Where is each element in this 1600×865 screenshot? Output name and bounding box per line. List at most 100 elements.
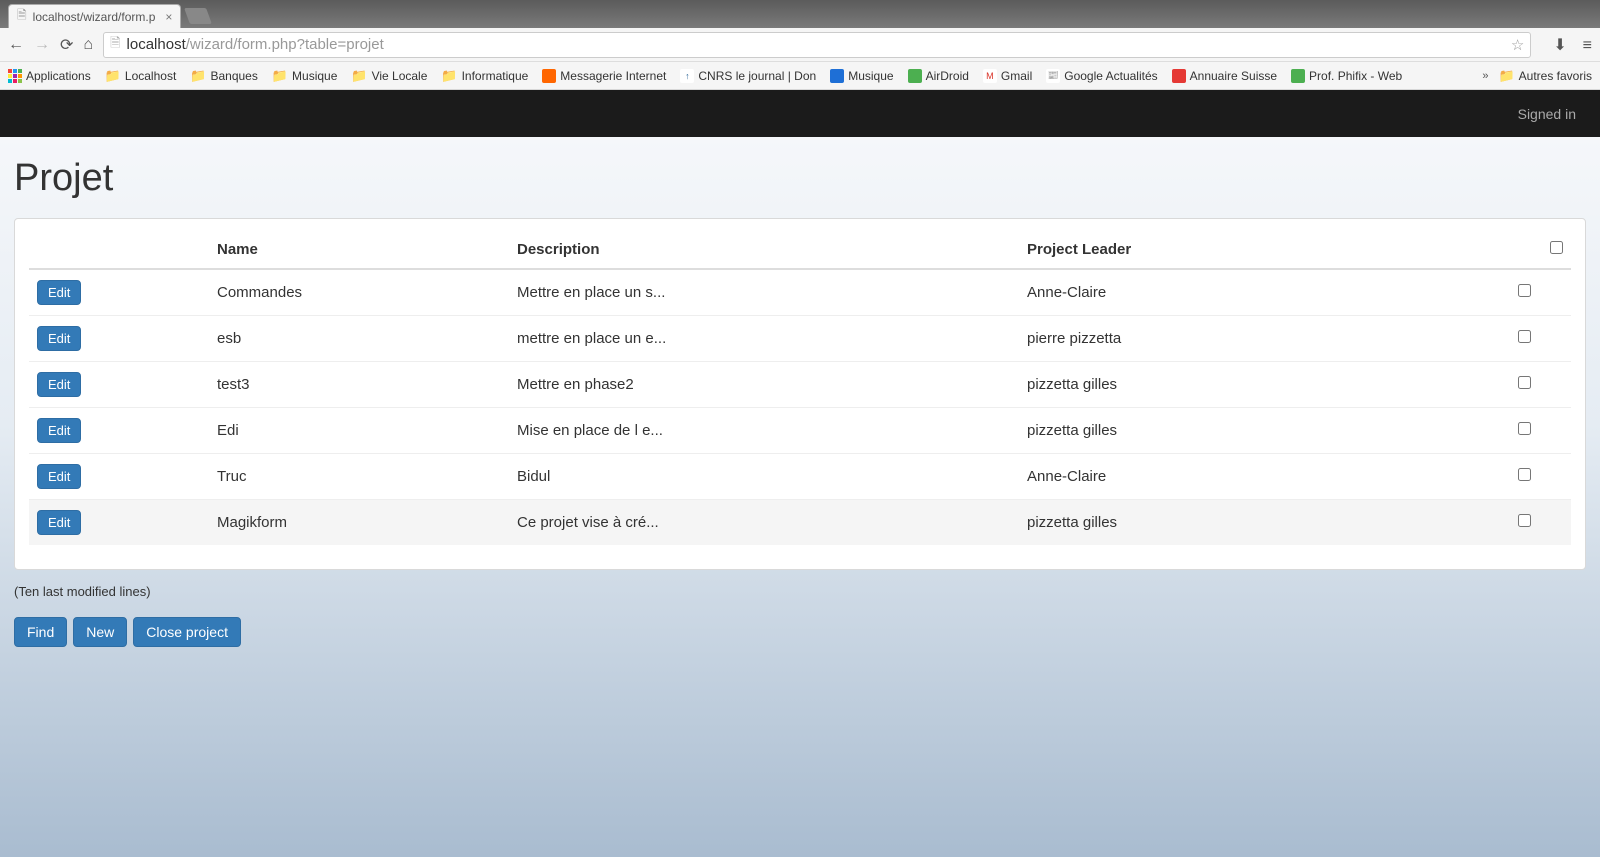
edit-button[interactable]: Edit [37,418,81,443]
close-project-button[interactable]: Close project [133,617,241,647]
other-bookmarks[interactable]: 📁Autres favoris [1498,68,1592,84]
favicon-icon [1172,69,1186,83]
tab-close-icon[interactable]: × [165,10,172,24]
tab-strip: 🗎 localhost/wizard/form.p × [0,0,1600,28]
table-row[interactable]: Edit CommandesMettre en place un s...Anne… [29,269,1571,316]
bookmark-localhost[interactable]: 📁Localhost [105,68,177,84]
edit-button[interactable]: Edit [37,372,81,397]
col-leader-header[interactable]: Project Leader [1019,231,1491,269]
apps-icon [8,69,22,83]
page-body: Projet Name Description Project Leader E… [0,137,1600,857]
favicon-icon: ↑ [680,69,694,83]
cell-description: Bidul [509,454,1019,500]
browser-nav-bar: ← → ⟳ ⌂ 🗎 localhost /wizard/form.php?tab… [0,28,1600,62]
bookmark-gmail[interactable]: MGmail [983,69,1032,83]
bookmark-airdroid[interactable]: AirDroid [908,69,969,83]
nav-right: ⬇ ≡ [1541,35,1592,55]
cell-name: Truc [209,454,509,500]
select-all-checkbox[interactable] [1550,241,1563,254]
col-edit-header [29,231,209,269]
bookmark-google-news[interactable]: 📰Google Actualités [1046,69,1157,83]
folder-icon: 📁 [351,68,367,84]
find-button[interactable]: Find [14,617,67,647]
cell-leader: Anne-Claire [1019,269,1491,316]
table-row[interactable]: EditMagikformCe projet vise à cré...pizz… [29,500,1571,546]
folder-icon: 📁 [105,68,121,84]
table-row[interactable]: Edit TrucBidulAnne-Claire [29,454,1571,500]
new-tab-button[interactable] [184,8,212,24]
address-bar[interactable]: 🗎 localhost /wizard/form.php?table=proje… [103,32,1531,58]
tab-title: localhost/wizard/form.p [33,10,156,24]
cell-name: Edi [209,408,509,454]
cell-leader: pizzetta gilles [1019,500,1491,546]
download-icon[interactable]: ⬇ [1553,37,1566,54]
bookmark-banques[interactable]: 📁Banques [190,68,258,84]
page-icon: 🗎 [110,34,120,56]
reload-button[interactable]: ⟳ [60,35,73,55]
edit-button[interactable]: Edit [37,464,81,489]
table-row[interactable]: Edit test3Mettre en phase2pizzetta gilles [29,362,1571,408]
folder-icon: 📁 [441,68,457,84]
action-buttons: Find New Close project [14,617,1586,647]
folder-icon: 📁 [190,68,206,84]
home-button[interactable]: ⌂ [83,36,93,54]
apps-button[interactable]: Applications [8,69,91,83]
folder-icon: 📁 [1498,68,1514,84]
cell-description: mettre en place un e... [509,316,1019,362]
row-checkbox[interactable] [1518,422,1531,435]
favicon-icon [542,69,556,83]
row-checkbox[interactable] [1518,330,1531,343]
col-description-header[interactable]: Description [509,231,1019,269]
bookmark-informatique[interactable]: 📁Informatique [441,68,528,84]
favicon-icon: M [983,69,997,83]
signed-in-label[interactable]: Signed in [1518,106,1576,122]
bookmark-phifix[interactable]: Prof. Phifix - Web [1291,69,1402,83]
cell-leader: Anne-Claire [1019,454,1491,500]
edit-button[interactable]: Edit [37,280,81,305]
bookmark-musique-2[interactable]: Musique [830,69,893,83]
cell-leader: pizzetta gilles [1019,362,1491,408]
row-checkbox[interactable] [1518,376,1531,389]
browser-tab[interactable]: 🗎 localhost/wizard/form.p × [8,4,181,28]
footer-note: (Ten last modified lines) [14,584,1586,599]
forward-button[interactable]: → [34,36,50,54]
favicon-icon [830,69,844,83]
table-row[interactable]: EditEdiMise en place de l e...pizzetta g… [29,408,1571,454]
bookmark-annuaire[interactable]: Annuaire Suisse [1172,69,1277,83]
new-button[interactable]: New [73,617,127,647]
row-checkbox[interactable] [1518,514,1531,527]
edit-button[interactable]: Edit [37,510,81,535]
col-name-header[interactable]: Name [209,231,509,269]
cell-name: Commandes [209,269,509,316]
back-button[interactable]: ← [8,36,24,54]
url-path: /wizard/form.php?table=projet [186,36,384,53]
page-title: Projet [14,157,1586,200]
cell-name: Magikform [209,500,509,546]
edit-button[interactable]: Edit [37,326,81,351]
favicon-icon: 📰 [1046,69,1060,83]
project-panel: Name Description Project Leader Edit Comm… [14,218,1586,570]
favicon-icon [1291,69,1305,83]
bookmark-musique[interactable]: 📁Musique [272,68,338,84]
cell-name: esb [209,316,509,362]
bookmarks-overflow-icon[interactable]: » [1482,70,1488,82]
row-checkbox[interactable] [1518,284,1531,297]
row-checkbox[interactable] [1518,468,1531,481]
bookmark-star-icon[interactable]: ☆ [1511,36,1524,54]
file-icon: 🗎 [17,6,27,27]
url-host: localhost [127,36,186,53]
cell-description: Mettre en place un s... [509,269,1019,316]
cell-description: Mettre en phase2 [509,362,1019,408]
col-check-header [1491,231,1571,269]
favicon-icon [908,69,922,83]
bookmarks-bar: Applications 📁Localhost 📁Banques 📁Musiqu… [0,62,1600,90]
bookmark-cnrs[interactable]: ↑CNRS le journal | Don [680,69,816,83]
cell-leader: pierre pizzetta [1019,316,1491,362]
bookmark-vie-locale[interactable]: 📁Vie Locale [351,68,427,84]
bookmark-messagerie[interactable]: Messagerie Internet [542,69,666,83]
project-table: Name Description Project Leader Edit Comm… [29,231,1571,545]
menu-icon[interactable]: ≡ [1583,37,1592,54]
app-header: Signed in [0,90,1600,137]
table-row[interactable]: Edit esbmettre en place un e...pierre piz… [29,316,1571,362]
cell-name: test3 [209,362,509,408]
